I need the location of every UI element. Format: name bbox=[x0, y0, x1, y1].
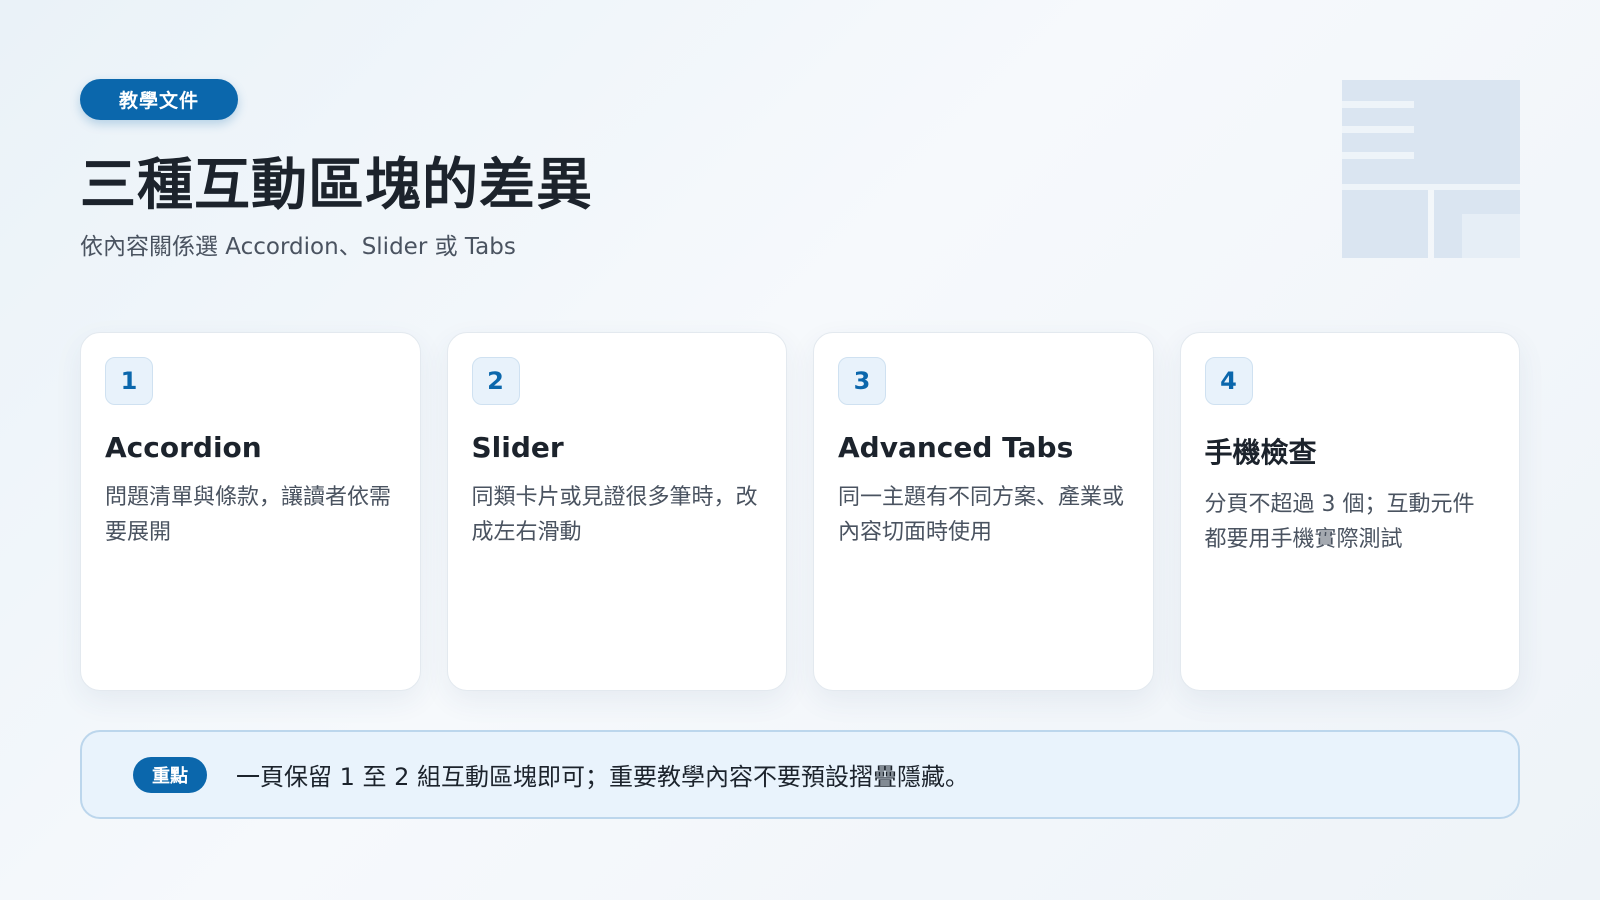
card-title: 手機檢查 bbox=[1204, 436, 1317, 469]
doc-type-tag: 教學文件 bbox=[80, 79, 238, 120]
card-mobile-check: 4 手機檢查 分頁不超過 3 個；互動元件都要用手機實際測試 bbox=[1179, 332, 1520, 691]
page-title: 三種互動區塊的差異 bbox=[80, 153, 593, 218]
layout-grid-icon bbox=[1342, 80, 1520, 258]
card-title: Slider bbox=[471, 431, 564, 464]
key-point-badge: 重點 bbox=[133, 756, 207, 793]
card-title: Accordion bbox=[105, 431, 262, 464]
card-description: 同一主題有不同方案、產業或內容切面時使用 bbox=[838, 485, 1125, 545]
card-number: 4 bbox=[1204, 357, 1253, 405]
page-subtitle: 依內容關係選 Accordion、Slider 或 Tabs bbox=[80, 234, 516, 260]
card-description: 問題清單與條款，讓讀者依需要展開 bbox=[105, 485, 392, 545]
key-point-text: 一頁保留 1 至 2 組互動區塊即可；重要教學內容不要預設摺疊隱藏。 bbox=[236, 763, 970, 791]
card-description: 同類卡片或見證很多筆時，改成左右滑動 bbox=[471, 485, 758, 545]
card-slider: 2 Slider 同類卡片或見證很多筆時，改成左右滑動 bbox=[446, 332, 787, 691]
card-description: 分頁不超過 3 個；互動元件都要用手機實際測試 bbox=[1204, 492, 1475, 552]
card-number: 2 bbox=[471, 357, 520, 405]
card-number: 1 bbox=[105, 357, 153, 405]
card-title: Advanced Tabs bbox=[838, 431, 1074, 464]
key-point-note: 重點 一頁保留 1 至 2 組互動區塊即可；重要教學內容不要預設摺疊隱藏。 bbox=[80, 730, 1520, 819]
slide: 教學文件 三種互動區塊的差異 依內容關係選 Accordion、Slider 或… bbox=[0, 0, 1600, 900]
card-list: 1 Accordion 問題清單與條款，讓讀者依需要展開 2 Slider 同類… bbox=[80, 332, 1520, 691]
card-accordion: 1 Accordion 問題清單與條款，讓讀者依需要展開 bbox=[80, 332, 421, 691]
card-number: 3 bbox=[838, 357, 886, 405]
card-advanced-tabs: 3 Advanced Tabs 同一主題有不同方案、產業或內容切面時使用 bbox=[813, 332, 1154, 691]
